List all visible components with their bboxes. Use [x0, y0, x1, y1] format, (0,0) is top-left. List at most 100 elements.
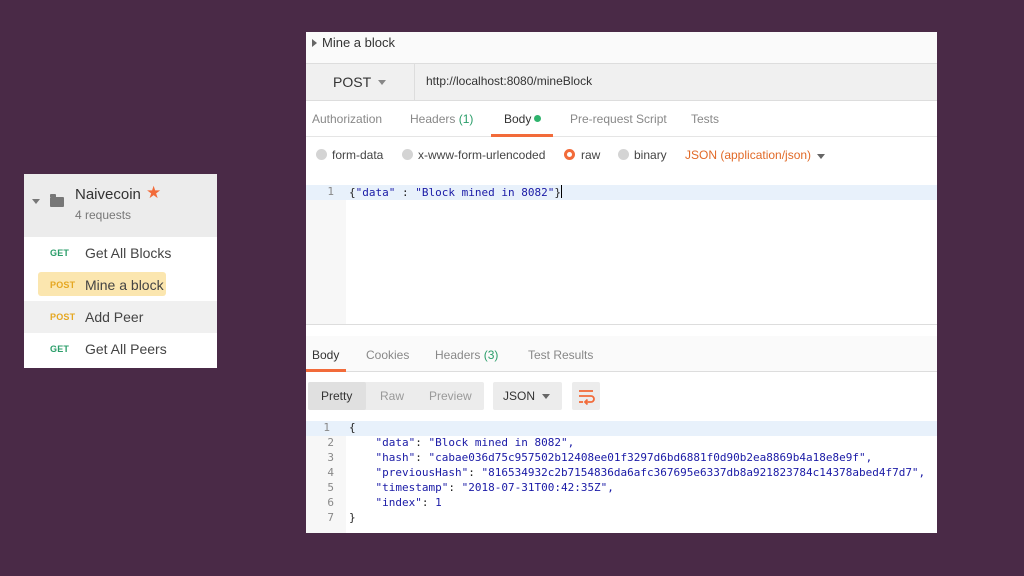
line-number: 3 [327, 451, 334, 464]
code-key: "data" [355, 186, 396, 199]
request-item-mine-a-block[interactable]: POST Mine a block [24, 269, 217, 301]
wrap-lines-button[interactable] [572, 382, 600, 410]
pane-divider[interactable] [306, 324, 937, 325]
collection-request-count: 4 requests [75, 208, 132, 222]
request-name: Get All Blocks [85, 245, 172, 261]
tab-body[interactable]: Body [504, 112, 542, 126]
response-line: 7 } [306, 511, 937, 526]
folder-icon [50, 194, 64, 207]
view-mode-toggle: Pretty Raw Preview [308, 382, 484, 410]
view-raw-button[interactable]: Raw [380, 389, 404, 403]
response-line: 4 "previousHash": "816534932c2b7154836da… [306, 466, 937, 481]
body-indicator-dot-icon [534, 115, 542, 122]
radio-urlencoded[interactable] [402, 149, 413, 160]
response-toolbar: Pretty Raw Preview JSON [306, 373, 937, 421]
method-badge: GET [50, 248, 70, 258]
response-line: 5 "timestamp": "2018-07-31T00:42:35Z", [306, 481, 937, 496]
tab-response-body[interactable]: Body [312, 348, 339, 362]
code-text: "index": 1 [375, 496, 442, 509]
line-number: 1 [327, 185, 334, 198]
view-preview-button[interactable]: Preview [429, 389, 472, 403]
tab-headers[interactable]: Headers (1) [410, 112, 473, 126]
line-number: 2 [327, 436, 334, 449]
code-value: "2018-07-31T00:42:35Z", [461, 481, 614, 494]
response-line: 3 "hash": "cabae036d75c957502b12408ee01f… [306, 451, 937, 466]
code-key: "previousHash" [375, 466, 469, 479]
headers-count-badge: (1) [458, 112, 474, 126]
text-cursor [560, 185, 562, 198]
code-text: { [349, 421, 356, 434]
radio-urlencoded-label[interactable]: x-www-form-urlencoded [418, 148, 545, 162]
response-line: 6 "index": 1 [306, 496, 937, 511]
collection-header[interactable]: Naivecoin ★ 4 requests [24, 174, 217, 237]
radio-binary[interactable] [618, 149, 629, 160]
editor-gutter [306, 185, 346, 325]
request-builder: Mine a block POST http://localhost:8080/… [306, 32, 937, 533]
view-pretty-button[interactable]: Pretty [321, 389, 352, 403]
format-dropdown[interactable]: JSON [493, 382, 562, 410]
tab-pre-request-script[interactable]: Pre-request Script [570, 112, 667, 126]
radio-form-data[interactable] [316, 149, 327, 160]
expand-caret-icon[interactable] [312, 39, 317, 47]
chevron-down-icon [542, 394, 550, 399]
code-text: } [349, 511, 356, 524]
request-item-get-all-blocks[interactable]: GET Get All Blocks [24, 237, 217, 269]
code-brace: } [554, 186, 561, 199]
response-body[interactable]: 1 { 2 "data": "Block mined in 8082", 3 "… [306, 421, 937, 533]
method-badge: GET [50, 344, 70, 354]
tab-response-headers[interactable]: Headers (3) [435, 348, 498, 362]
method-badge: POST [50, 312, 76, 322]
tab-headers-label: Headers [410, 112, 456, 126]
request-item-get-all-peers[interactable]: GET Get All Peers [24, 333, 217, 365]
request-title: Mine a block [322, 35, 395, 50]
radio-raw-label[interactable]: raw [581, 148, 600, 162]
response-line: 2 "data": "Block mined in 8082", [306, 436, 937, 451]
collapse-caret-icon[interactable] [32, 199, 40, 204]
code-separator: : [395, 186, 416, 199]
method-badge: POST [50, 280, 76, 290]
response-tabs: Body Cookies Headers (3) Test Results [306, 336, 937, 372]
line-number: 5 [327, 481, 334, 494]
response-headers-count-badge: (3) [483, 348, 499, 362]
content-type-dropdown[interactable]: JSON (application/json) [685, 148, 811, 162]
line-number: 6 [327, 496, 334, 509]
code-value: "816534932c2b7154836da6afc367695e6337db8… [481, 466, 926, 479]
code-key: "hash" [375, 451, 416, 464]
code-text: "data": "Block mined in 8082", [375, 436, 575, 449]
url-input[interactable]: http://localhost:8080/mineBlock [426, 74, 592, 88]
line-number: 1 [323, 421, 330, 434]
request-name: Get All Peers [85, 341, 167, 357]
code-text: "previousHash": "816534932c2b7154836da6a… [375, 466, 926, 479]
format-value: JSON [503, 389, 536, 403]
chevron-down-icon[interactable] [817, 154, 825, 159]
line-number: 4 [327, 466, 334, 479]
method-value: POST [333, 74, 372, 90]
request-item-add-peer[interactable]: POST Add Peer [24, 301, 217, 333]
tab-tests[interactable]: Tests [691, 112, 719, 126]
radio-binary-label[interactable]: binary [634, 148, 667, 162]
collection-panel: Naivecoin ★ 4 requests GET Get All Block… [24, 174, 217, 368]
tab-response-headers-label: Headers [435, 348, 481, 362]
code-key: "data" [375, 436, 416, 449]
collection-name: Naivecoin [75, 186, 141, 203]
code-key: "timestamp" [375, 481, 449, 494]
code-brace: { [349, 186, 356, 199]
code-value: "Block mined in 8082", [428, 436, 575, 449]
url-bar: POST http://localhost:8080/mineBlock [306, 63, 937, 101]
response-line: 1 { [306, 421, 937, 436]
code-text: "timestamp": "2018-07-31T00:42:35Z", [375, 481, 614, 494]
tab-test-results[interactable]: Test Results [528, 348, 593, 362]
request-name: Add Peer [85, 309, 144, 325]
radio-raw[interactable] [564, 149, 575, 160]
body-type-selector: form-data x-www-form-urlencoded raw bina… [306, 137, 937, 173]
radio-form-data-label[interactable]: form-data [332, 148, 383, 162]
request-tabs: Authorization Headers (1) Body Pre-reque… [306, 101, 937, 137]
tab-cookies[interactable]: Cookies [366, 348, 409, 362]
tab-authorization[interactable]: Authorization [312, 112, 382, 126]
code-text: "hash": "cabae036d75c957502b12408ee01f32… [375, 451, 873, 464]
method-dropdown[interactable]: POST [306, 64, 415, 100]
code-key: "index" [375, 496, 422, 509]
star-icon[interactable]: ★ [146, 183, 161, 203]
request-title-bar[interactable]: Mine a block [306, 32, 937, 63]
request-body-editor[interactable]: 1 {"data" : "Block mined in 8082"} [306, 185, 937, 325]
